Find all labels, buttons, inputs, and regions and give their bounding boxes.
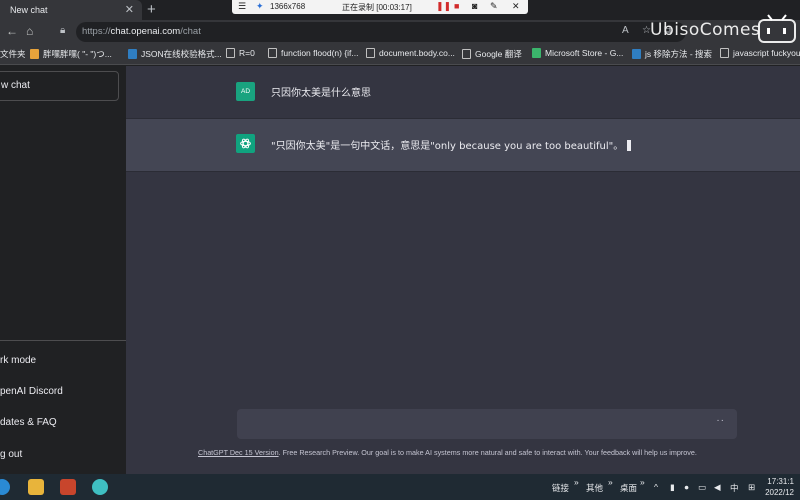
back-icon[interactable]: ← [6, 24, 18, 38]
pause-icon[interactable]: ❚❚ [436, 1, 451, 12]
ime-indicator[interactable]: 中 [730, 482, 739, 494]
bookmark-item[interactable]: js 移除方法 - 搜索 [632, 48, 712, 60]
bilibili-logo-icon [758, 14, 796, 43]
url-text: https://chat.openai.com/chat [82, 26, 201, 37]
bookmark-item[interactable]: document.body.co... [366, 48, 455, 58]
bookmark-item[interactable]: Microsoft Store - G... [532, 48, 623, 58]
bookmark-icon [366, 48, 375, 58]
send-button[interactable]: ·· [716, 415, 725, 426]
bookmark-icon [720, 48, 729, 58]
chevron-icon[interactable]: » [574, 477, 579, 487]
bookmark-icon [128, 49, 137, 59]
screen-recorder-bar: ☰ ✦ 1366x768 正在录制 [00:03:17] ❚❚ ■ ◙ ✎ ✕ [232, 0, 528, 14]
clock-time: 17:31:1 [767, 477, 794, 486]
menu-icon[interactable]: ☰ [238, 1, 246, 12]
taskbar-desktop[interactable]: 桌面 [620, 482, 637, 494]
chat-main: AD 只因你太美是什么意思 "只因你太美"是一句中文话，意思是"only bec… [126, 66, 800, 474]
qq-icon[interactable]: ● [684, 482, 689, 492]
new-chat-label: w chat [1, 80, 30, 91]
sidebar-item-log-out[interactable]: g out [0, 449, 22, 460]
bookmark-icon [632, 49, 641, 59]
stop-icon[interactable]: ■ [454, 1, 459, 11]
browser-tab[interactable]: New chat ✕ [0, 0, 142, 20]
microphone-icon[interactable]: ▮ [670, 482, 675, 493]
user-message-row: AD 只因你太美是什么意思 [126, 66, 800, 119]
pin-icon[interactable]: ✦ [256, 1, 264, 12]
volume-icon[interactable]: ◀ [714, 482, 721, 493]
pen-icon[interactable]: ✎ [490, 1, 498, 12]
new-chat-button[interactable]: w chat [0, 71, 119, 101]
assistant-message-row: "只因你太美"是一句中文话，意思是"only because you are t… [126, 119, 800, 172]
bookmark-icon [30, 49, 39, 59]
windows-taskbar: 链接 » 其他 » 桌面 » ^ ▮ ● ▭ ◀ 中 ⊞ 17:31:1 202… [0, 474, 800, 500]
sidebar-item-dark-mode[interactable]: rk mode [0, 355, 36, 366]
read-aloud-icon[interactable]: A [622, 25, 629, 36]
close-tab-icon[interactable]: ✕ [125, 3, 134, 16]
bookmark-item[interactable]: javascript fuckyou=... [720, 48, 800, 58]
tray-expand-icon[interactable]: ^ [654, 482, 658, 492]
recording-resolution: 1366x768 [270, 2, 306, 11]
network-icon[interactable]: ▭ [698, 482, 706, 493]
watermark-text: UbisoComes [650, 20, 761, 40]
taskbar-other[interactable]: 其他 [586, 482, 603, 494]
bookmark-item[interactable]: R=0 [226, 48, 255, 58]
screen: New chat ✕ + ☰ ✦ 1366x768 正在录制 [00:03:17… [0, 0, 800, 500]
new-tab-button[interactable]: + [147, 1, 156, 18]
user-avatar: AD [236, 82, 255, 101]
keyboard-icon[interactable]: ⊞ [748, 482, 755, 493]
chevron-icon[interactable]: » [640, 477, 645, 487]
bookmark-icon [226, 48, 235, 58]
version-link[interactable]: ChatGPT Dec 15 Version [198, 448, 279, 457]
user-message: 只因你太美是什么意思 [271, 88, 371, 99]
bookmark-item[interactable]: function flood(n) {if... [268, 48, 359, 58]
bookmark-item[interactable]: 文件夹 [0, 48, 26, 60]
clock[interactable]: 17:31:1 2022/12 [765, 476, 794, 498]
sidebar: w chat rk mode penAI Discord dates & FAQ… [0, 66, 126, 474]
message-input[interactable]: ·· [237, 409, 737, 439]
file-explorer-icon[interactable] [28, 479, 44, 495]
sidebar-divider [0, 340, 126, 341]
chevron-icon[interactable]: » [608, 477, 613, 487]
url-field[interactable]: 🔒︎ https://chat.openai.com/chat A ☆ ⧉ [60, 22, 686, 42]
camera-icon[interactable]: ◙ [472, 1, 477, 11]
sidebar-item-updates-faq[interactable]: dates & FAQ [0, 417, 57, 428]
bookmark-item[interactable]: JSON在线校验格式... [128, 48, 222, 60]
close-recorder-icon[interactable]: ✕ [512, 1, 520, 12]
bookmark-item[interactable]: 胖嘿胖嘿( "- ")つ... [30, 48, 112, 60]
taskbar-links[interactable]: 链接 [552, 482, 569, 494]
assistant-message: "只因你太美"是一句中文话，意思是"only because you are t… [271, 137, 632, 152]
footer-note: ChatGPT Dec 15 Version. Free Research Pr… [198, 448, 697, 457]
openai-logo-icon [236, 134, 255, 153]
app-icon[interactable] [92, 479, 108, 495]
bookmark-icon [462, 49, 471, 59]
powerpoint-icon[interactable] [60, 479, 76, 495]
bookmarks-bar: 文件夹 胖嘿胖嘿( "- ")つ... JSON在线校验格式... R=0 fu… [0, 44, 800, 65]
typing-cursor [627, 140, 632, 151]
bookmark-item[interactable]: Google 翻译 [462, 48, 522, 60]
edge-browser-icon[interactable] [0, 479, 10, 495]
sidebar-item-discord[interactable]: penAI Discord [0, 386, 63, 397]
home-icon[interactable]: ⌂ [26, 24, 33, 38]
lock-icon: 🔒︎ [60, 25, 66, 36]
clock-date: 2022/12 [765, 488, 794, 497]
recording-status: 正在录制 [00:03:17] [342, 3, 412, 12]
bookmark-icon [268, 48, 277, 58]
tab-title: New chat [10, 5, 48, 15]
bookmark-icon [532, 48, 541, 58]
